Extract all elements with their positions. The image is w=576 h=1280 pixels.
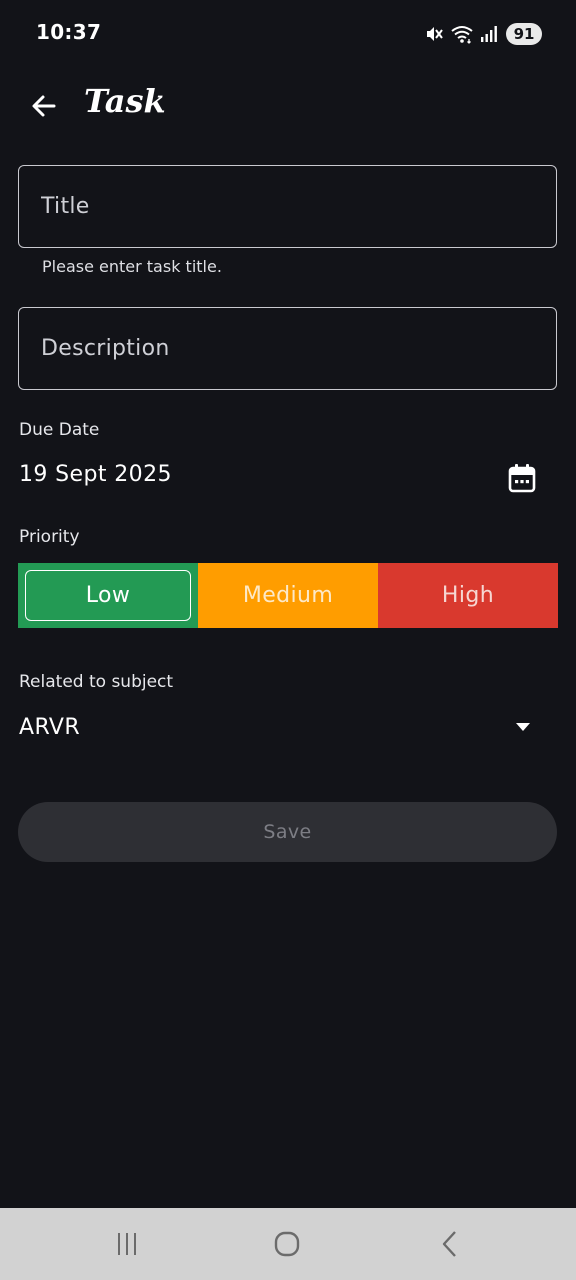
description-field[interactable]: [18, 307, 557, 390]
dropdown-arrow-icon: [516, 723, 530, 731]
subject-dropdown[interactable]: ARVR: [18, 705, 540, 753]
back-button[interactable]: [24, 86, 64, 126]
page-title: Task: [84, 82, 166, 120]
status-bar: 10:37 91: [0, 0, 576, 66]
app-bar: Task: [0, 74, 576, 138]
subject-label: Related to subject: [19, 672, 174, 692]
save-button[interactable]: Save: [18, 802, 557, 862]
description-input[interactable]: [19, 308, 556, 389]
back-icon: [442, 1231, 456, 1257]
due-date-value[interactable]: 19 Sept 2025: [19, 462, 172, 487]
system-nav-bar: [0, 1208, 576, 1280]
mute-vibrate-icon: [424, 24, 444, 44]
priority-low-label: Low: [85, 583, 131, 608]
recents-icon: [118, 1233, 136, 1255]
priority-medium-label: Medium: [242, 583, 334, 608]
arrow-left-icon: [32, 95, 56, 117]
task-screen: 10:37 91 Task Title Please enter task ti…: [0, 0, 576, 1280]
home-button[interactable]: [267, 1226, 307, 1262]
title-helper-text: Please enter task title.: [42, 257, 222, 276]
subject-value: ARVR: [19, 715, 81, 740]
title-input[interactable]: [19, 166, 556, 247]
battery-icon: 91: [506, 23, 542, 45]
wifi-icon: [450, 24, 474, 44]
recents-button[interactable]: [107, 1226, 147, 1262]
priority-low-button[interactable]: Low: [18, 563, 198, 628]
calendar-icon: [508, 464, 536, 493]
due-date-label: Due Date: [19, 420, 100, 440]
priority-selector: Low Medium High: [18, 563, 558, 628]
status-icons: 91: [424, 22, 542, 46]
system-back-button[interactable]: [430, 1226, 470, 1262]
title-field[interactable]: [18, 165, 557, 248]
signal-icon: [480, 24, 498, 44]
priority-high-label: High: [441, 583, 495, 608]
home-icon: [274, 1231, 300, 1257]
calendar-button[interactable]: [503, 459, 541, 497]
priority-high-button[interactable]: High: [378, 563, 558, 628]
priority-label: Priority: [19, 527, 80, 547]
status-time: 10:37: [36, 20, 102, 44]
priority-medium-button[interactable]: Medium: [198, 563, 378, 628]
